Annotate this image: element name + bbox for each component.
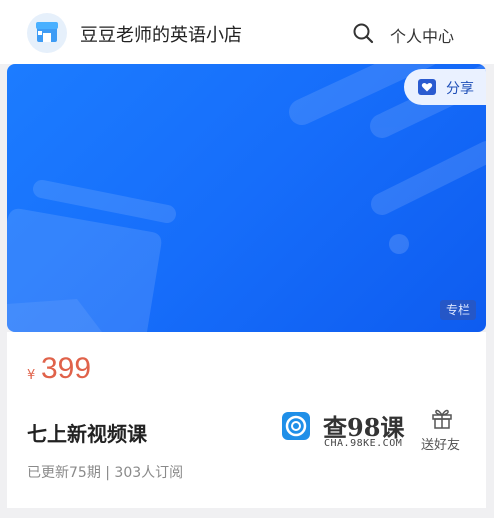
course-info-card: ¥ 399 七上新视频课 已更新75期 | 303人订阅 查98课 CHA.98… <box>7 332 486 508</box>
watermark-url: CHA.98KE.COM <box>324 438 403 449</box>
gift-to-friend-button[interactable]: 送好友 <box>417 406 467 456</box>
share-button[interactable]: 分享 <box>404 69 486 105</box>
currency-symbol: ¥ <box>27 368 36 383</box>
search-icon[interactable] <box>352 22 374 44</box>
shop-logo-icon[interactable] <box>27 13 67 53</box>
watermark-logo-icon <box>282 412 310 440</box>
course-banner: 分享 专栏 <box>7 64 486 332</box>
personal-center-link[interactable]: 个人中心 <box>390 23 454 47</box>
gift-icon <box>432 409 452 429</box>
column-badge: 专栏 <box>439 300 476 320</box>
bottom-divider <box>0 508 494 518</box>
share-label: 分享 <box>446 81 474 97</box>
heart-icon <box>418 79 436 95</box>
shop-name[interactable]: 豆豆老师的英语小店 <box>80 21 242 47</box>
course-title: 七上新视频课 <box>27 422 147 446</box>
banner-decoration <box>7 64 486 332</box>
course-meta: 已更新75期 | 303人订阅 <box>27 465 184 481</box>
gift-label: 送好友 <box>421 438 461 453</box>
course-price: 399 <box>41 352 92 385</box>
top-header: 豆豆老师的英语小店 个人中心 <box>0 0 494 64</box>
